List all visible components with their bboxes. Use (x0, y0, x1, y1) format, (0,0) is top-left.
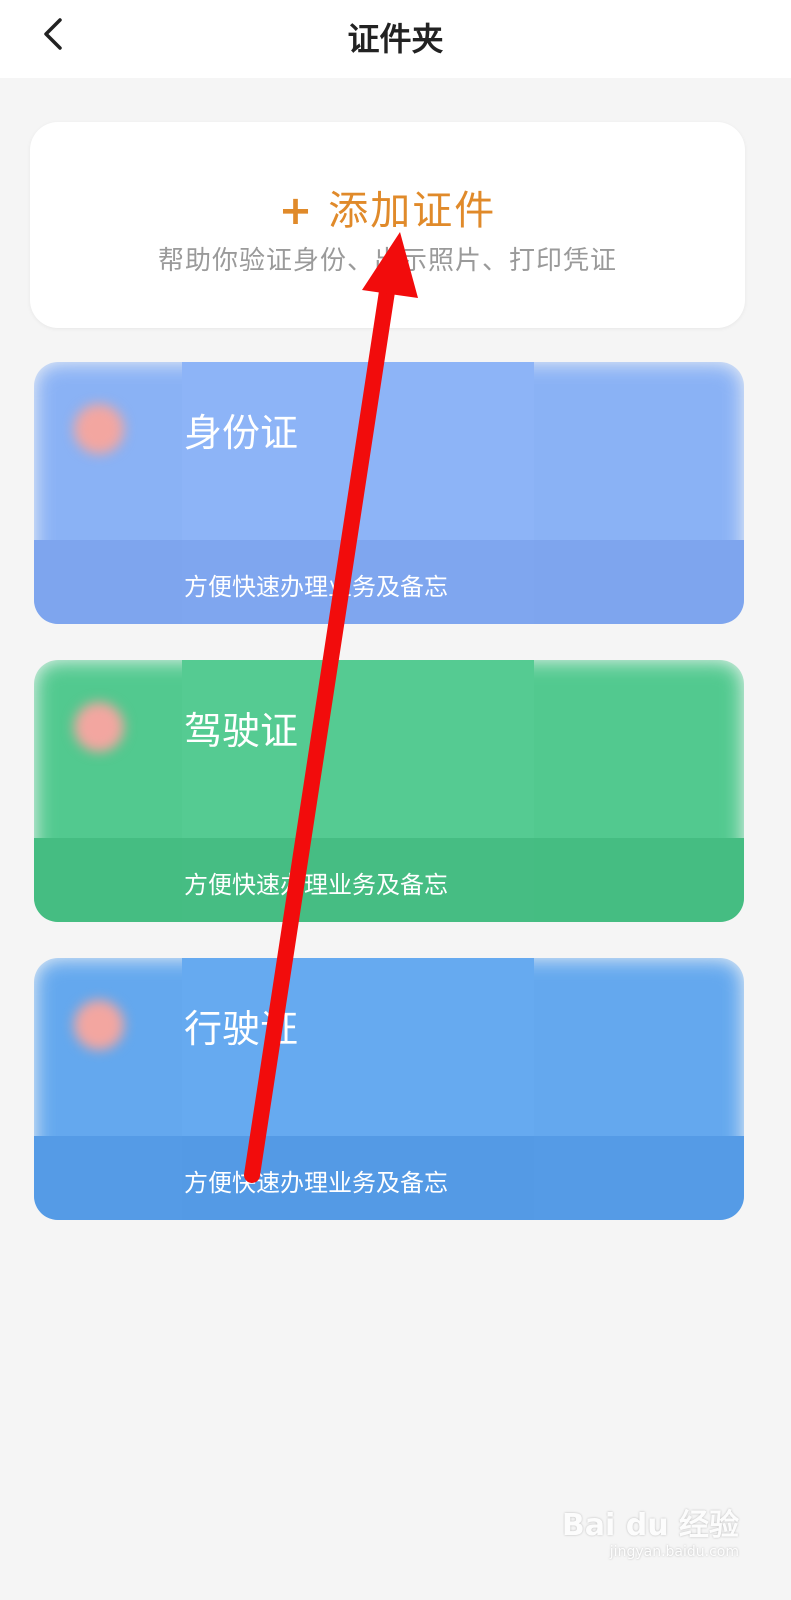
add-certificate-subtitle: 帮助你验证身份、出示照片、打印凭证 (157, 246, 617, 276)
card-name: 行驶证 (184, 1007, 299, 1051)
card-desc: 方便快速办理业务及备忘 (184, 573, 448, 601)
card-name: 身份证 (184, 411, 299, 455)
header-bar: 证件夹 (0, 0, 791, 78)
watermark-url: jingyan.baidu.com (609, 1544, 739, 1560)
card-visible-strip: 身份证 方便快速办理业务及备忘 (182, 362, 534, 624)
driver-license-item[interactable]: 驾驶证 方便快速办理业务及备忘 (34, 660, 744, 922)
card-desc: 方便快速办理业务及备忘 (184, 871, 448, 899)
card-name: 驾驶证 (184, 709, 299, 753)
add-certificate-label: 添加证件 (328, 188, 497, 234)
card-desc: 方便快速办理业务及备忘 (184, 1169, 448, 1197)
baidu-jingyan-watermark: Bai du 经验 jingyan.baidu.com (562, 1500, 739, 1560)
vehicle-license-item[interactable]: 行驶证 方便快速办理业务及备忘 (34, 958, 744, 1220)
plus-icon: + (278, 188, 315, 234)
add-certificate-title[interactable]: + 添加证件 (30, 178, 745, 236)
add-certificate-card[interactable]: + 添加证件 帮助你验证身份、出示照片、打印凭证 (30, 122, 745, 328)
card-visible-strip: 行驶证 方便快速办理业务及备忘 (182, 958, 534, 1220)
card-visible-strip: 驾驶证 方便快速办理业务及备忘 (182, 660, 534, 922)
card-icon (74, 404, 124, 454)
id-card-item[interactable]: 身份证 方便快速办理业务及备忘 (34, 362, 744, 624)
card-icon (74, 1000, 124, 1050)
card-icon (74, 702, 124, 752)
watermark-logo: Bai du 经验 (561, 1508, 739, 1543)
page-title: 证件夹 (347, 20, 444, 58)
